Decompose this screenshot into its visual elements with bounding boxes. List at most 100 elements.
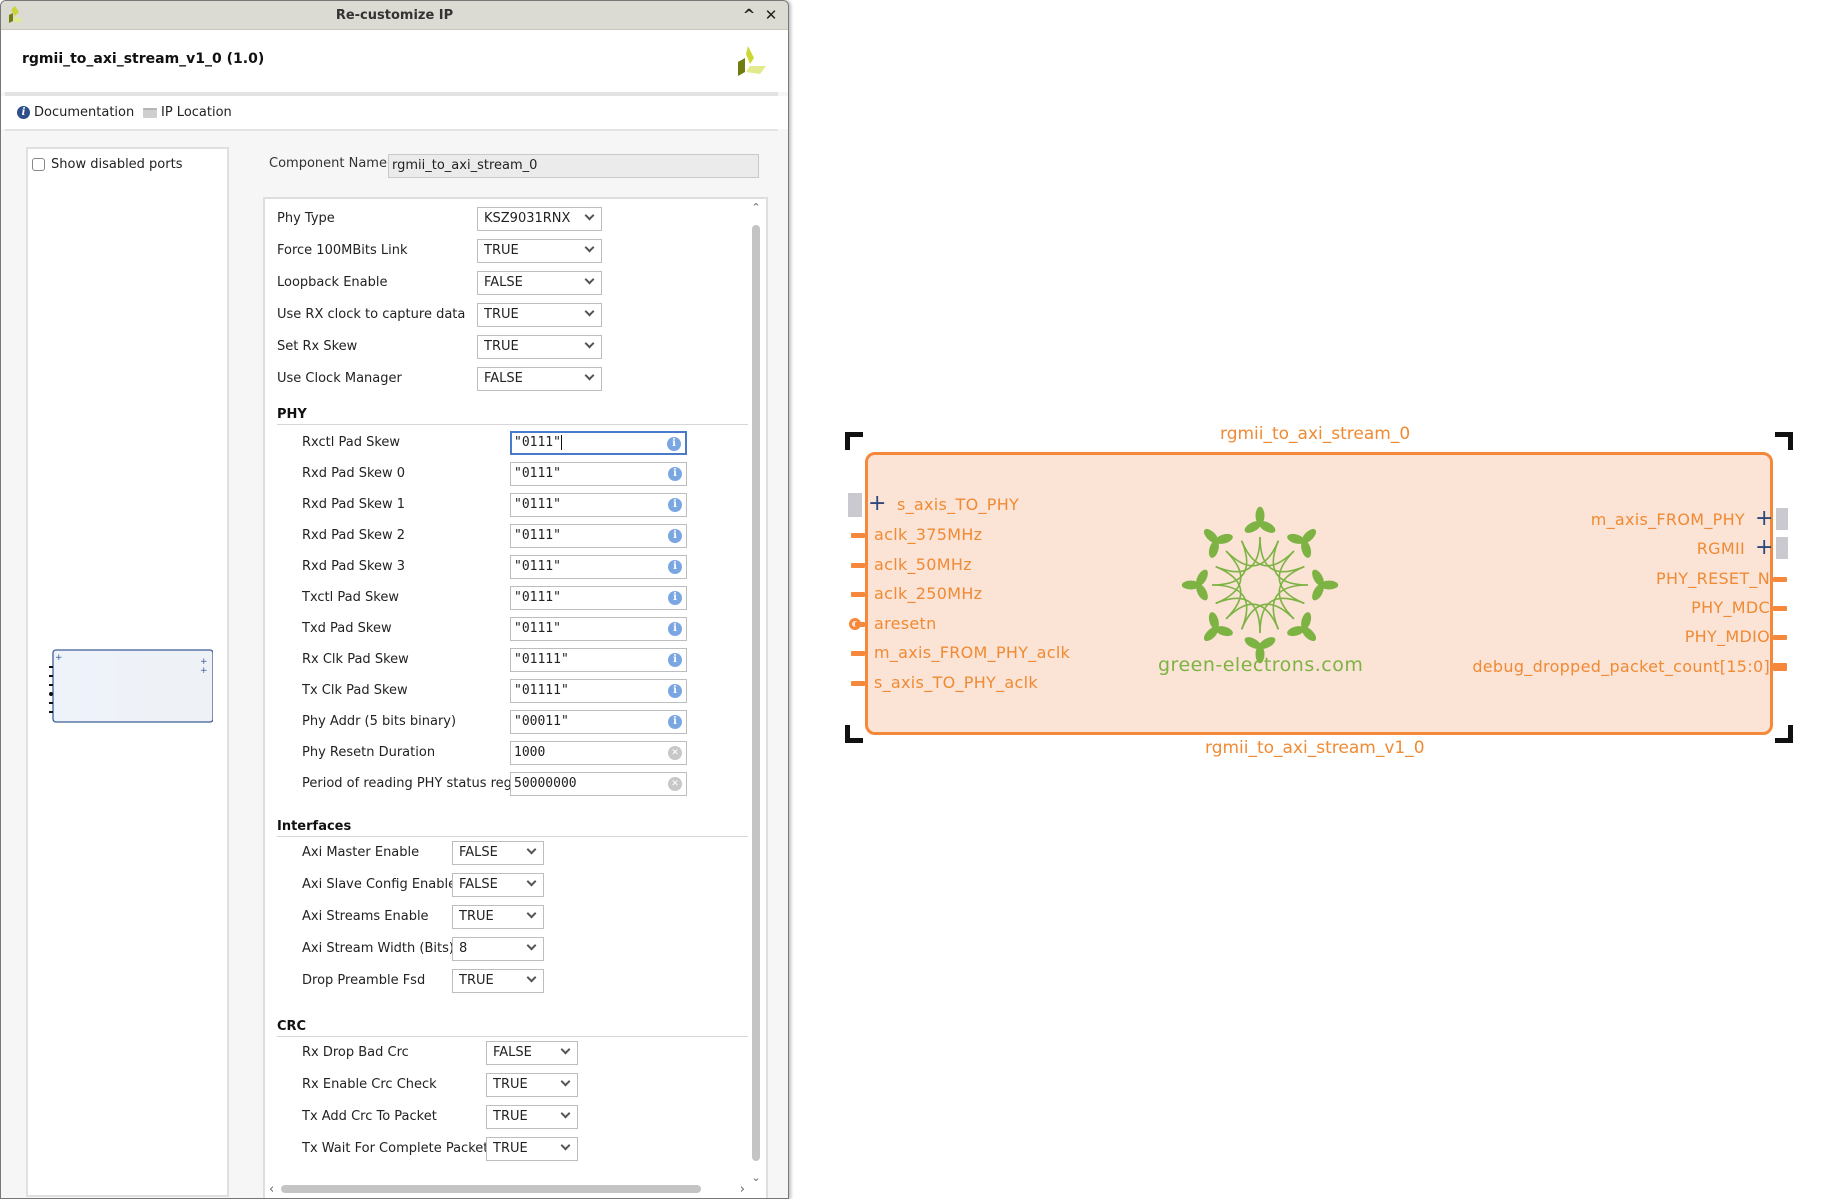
rxd-pad-skew-2-input[interactable]: "0111" i <box>510 524 687 548</box>
phy-addr-5-bits-binary-input[interactable]: "00011" i <box>510 710 687 734</box>
port-m-axis-from-phy-aclk[interactable]: m_axis_FROM_PHY_aclk <box>874 643 1070 662</box>
phy-type-value: KSZ9031RNX <box>484 211 571 226</box>
rx-drop-bad-crc-dropdown[interactable]: FALSE <box>486 1041 578 1065</box>
vertical-scroll-thumb[interactable] <box>752 225 760 1161</box>
instance-name-label: rgmii_to_axi_stream_0 <box>1220 424 1411 444</box>
pin-icon[interactable] <box>1773 635 1787 641</box>
use-rx-clock-to-capture-data-dropdown[interactable]: TRUE <box>477 303 602 327</box>
port-phy-reset-n[interactable]: PHY_RESET_N <box>1656 569 1770 588</box>
pin-icon[interactable] <box>851 680 865 686</box>
bus-interface-icon <box>848 493 862 517</box>
block-symbol-thumbnail: + + + <box>49 649 213 723</box>
axi-master-enable-dropdown[interactable]: FALSE <box>452 841 544 865</box>
port-aclk-375mhz[interactable]: aclk_375MHz <box>874 525 982 544</box>
period-of-reading-phy-status-registers-value: 50000000 <box>514 776 577 791</box>
expand-plus-icon[interactable]: + <box>868 493 886 515</box>
port-rgmii[interactable]: RGMII <box>1697 539 1745 558</box>
axi-stream-width-bits-dropdown[interactable]: 8 <box>452 937 544 961</box>
force-100mbits-link-dropdown[interactable]: TRUE <box>477 239 602 263</box>
vendor-logo-icon <box>738 46 766 76</box>
rxctl-pad-skew-input[interactable]: "0111" i <box>510 431 687 455</box>
drop-preamble-fsd-value: TRUE <box>459 973 494 988</box>
pin-icon[interactable] <box>1773 605 1787 611</box>
scroll-right-arrow[interactable]: › <box>740 1182 745 1197</box>
txd-pad-skew-label: Txd Pad Skew <box>302 621 392 636</box>
txd-pad-skew-value: "0111" <box>514 621 561 636</box>
expand-plus-icon[interactable]: + <box>1755 537 1773 559</box>
port-debug-dropped-packet-count-15-0[interactable]: debug_dropped_packet_count[15:0] <box>1472 657 1770 676</box>
rxd-pad-skew-1-input[interactable]: "0111" i <box>510 493 687 517</box>
section-phy: PHY <box>277 407 748 425</box>
close-button[interactable]: ✕ <box>762 6 780 24</box>
rxd-pad-skew-1-label: Rxd Pad Skew 1 <box>302 497 406 512</box>
clear-icon[interactable]: ✕ <box>668 777 682 791</box>
pin-icon[interactable] <box>1773 662 1787 671</box>
axi-slave-config-enable-value: FALSE <box>459 877 498 892</box>
port-phy-mdio[interactable]: PHY_MDIO <box>1685 627 1770 646</box>
chevron-down-icon <box>584 338 595 349</box>
pin-icon[interactable] <box>851 592 865 597</box>
txd-pad-skew-input[interactable]: "0111" i <box>510 617 687 641</box>
loopback-enable-dropdown[interactable]: FALSE <box>477 271 602 295</box>
scroll-down-arrow[interactable]: ⌄ <box>751 1172 761 1183</box>
expand-plus-icon[interactable]: + <box>1755 508 1773 530</box>
pin-icon[interactable] <box>851 651 865 656</box>
rxctl-pad-skew-label: Rxctl Pad Skew <box>302 435 401 450</box>
rxd-pad-skew-3-input[interactable]: "0111" i <box>510 555 687 579</box>
port-s-axis-to-phy-aclk[interactable]: s_axis_TO_PHY_aclk <box>874 673 1038 692</box>
txctl-pad-skew-input[interactable]: "0111" i <box>510 586 687 610</box>
ip-location-link[interactable]: IP Location <box>143 105 232 120</box>
use-clock-manager-dropdown[interactable]: FALSE <box>477 367 602 391</box>
pin-icon[interactable] <box>1773 576 1787 582</box>
chevron-down-icon <box>560 1044 571 1055</box>
rxd-pad-skew-0-input[interactable]: "0111" i <box>510 462 687 486</box>
set-rx-skew-dropdown[interactable]: TRUE <box>477 335 602 359</box>
pin-icon[interactable] <box>851 562 865 568</box>
port-m-axis-from-phy[interactable]: m_axis_FROM_PHY <box>1591 510 1745 529</box>
vertical-scrollbar[interactable]: ⌃ ⌄ <box>749 201 763 1183</box>
documentation-link[interactable]: i Documentation <box>17 105 134 120</box>
title-bar[interactable]: Re-customize IP ^ ✕ <box>1 1 788 30</box>
axi-slave-config-enable-dropdown[interactable]: FALSE <box>452 873 544 897</box>
rx-clk-pad-skew-input[interactable]: "01111" i <box>510 648 687 672</box>
port-aclk-50mhz[interactable]: aclk_50MHz <box>874 555 972 574</box>
port-aclk-250mhz[interactable]: aclk_250MHz <box>874 584 982 603</box>
axi-slave-config-enable-label: Axi Slave Config Enable <box>302 877 457 892</box>
phy-resetn-duration-input[interactable]: 1000 ✕ <box>510 741 687 765</box>
tx-add-crc-to-packet-dropdown[interactable]: TRUE <box>486 1105 578 1129</box>
chevron-down-icon <box>526 940 537 951</box>
force-100mbits-link-label: Force 100MBits Link <box>277 243 408 258</box>
axi-stream-width-bits-value: 8 <box>459 941 468 956</box>
axi-streams-enable-value: TRUE <box>459 909 494 924</box>
drop-preamble-fsd-dropdown[interactable]: TRUE <box>452 969 544 993</box>
txctl-pad-skew-label: Txctl Pad Skew <box>302 590 399 605</box>
rx-clk-pad-skew-label: Rx Clk Pad Skew <box>302 652 409 667</box>
phy-type-label: Phy Type <box>277 211 335 226</box>
horizontal-scrollbar[interactable]: ‹ › <box>267 1182 747 1197</box>
show-disabled-ports-label: Show disabled ports <box>51 157 183 172</box>
scroll-left-arrow[interactable]: ‹ <box>269 1182 274 1197</box>
tx-wait-for-complete-packet-dropdown[interactable]: TRUE <box>486 1137 578 1161</box>
horizontal-scroll-thumb[interactable] <box>281 1185 701 1193</box>
rx-enable-crc-check-dropdown[interactable]: TRUE <box>486 1073 578 1097</box>
component-name-input[interactable]: rgmii_to_axi_stream_0 <box>388 154 759 178</box>
clear-icon[interactable]: ✕ <box>668 746 682 760</box>
info-icon: i <box>668 653 682 667</box>
chevron-down-icon <box>584 210 595 221</box>
axi-streams-enable-dropdown[interactable]: TRUE <box>452 905 544 929</box>
period-of-reading-phy-status-registers-input[interactable]: 50000000 ✕ <box>510 772 687 796</box>
reset-pin-icon[interactable] <box>855 621 865 627</box>
scroll-up-arrow[interactable]: ⌃ <box>751 202 761 213</box>
tx-clk-pad-skew-input[interactable]: "01111" i <box>510 679 687 703</box>
port-aresetn[interactable]: aresetn <box>874 614 937 633</box>
pin-icon[interactable] <box>851 533 865 538</box>
checkbox-box[interactable] <box>32 158 45 171</box>
logo-curve <box>1225 603 1280 630</box>
port-s-axis-to-phy[interactable]: s_axis_TO_PHY <box>897 495 1019 514</box>
collapse-button[interactable]: ^ <box>740 6 758 24</box>
module-name-label: rgmii_to_axi_stream_v1_0 <box>1205 738 1425 758</box>
show-disabled-ports-checkbox[interactable]: Show disabled ports <box>32 157 182 172</box>
chevron-down-icon <box>560 1140 571 1151</box>
phy-type-dropdown[interactable]: KSZ9031RNX <box>477 207 602 231</box>
port-phy-mdc[interactable]: PHY_MDC <box>1691 598 1770 617</box>
